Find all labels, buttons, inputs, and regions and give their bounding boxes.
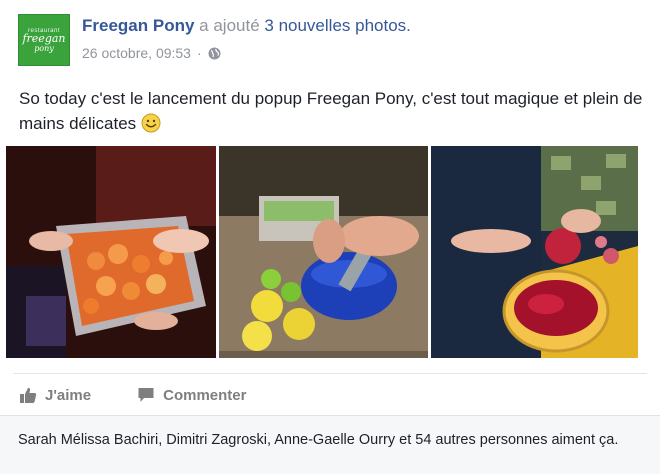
comment-button[interactable]: Commenter [137,386,246,404]
page-avatar[interactable]: restaurant freegan pony [18,14,70,66]
post-actions: J'aime Commenter [19,382,246,408]
like-button[interactable]: J'aime [19,386,91,404]
post-verb: a ajouté [199,16,260,35]
post-header: restaurant freegan pony Freegan Pony a a… [14,12,644,68]
avatar-logo-line2: pony [34,43,54,53]
post-message: So today c'est le lancement du popup Fre… [19,89,643,133]
actions-divider [13,373,647,374]
author-link[interactable]: Freegan Pony [82,16,194,35]
likes-summary-box: Sarah Mélissa Bachiri, Dimitri Zagroski,… [0,415,660,474]
thumbs-up-icon [19,386,37,404]
photos-link[interactable]: 3 nouvelles photos. [264,16,411,35]
avatar-logo-small: restaurant [27,27,60,34]
post-header-line: Freegan Pony a ajouté 3 nouvelles photos… [82,16,411,36]
comment-bubble-icon [137,386,155,404]
photo-food-tray-peaches[interactable] [6,146,216,358]
post-meta: 26 octobre, 09:53 · [82,45,221,61]
smile-emoji-icon [141,113,161,133]
like-label: J'aime [45,386,92,404]
post-timestamp[interactable]: 26 octobre, 09:53 [82,45,191,61]
photo-pomegranate-bowl[interactable] [431,146,638,358]
photo-grid [6,146,638,358]
post-text: So today c'est le lancement du popup Fre… [19,86,649,136]
globe-icon[interactable] [208,47,221,60]
avatar-logo-line1: freegan [22,31,66,45]
meta-separator: · [196,45,202,61]
likes-summary[interactable]: Sarah Mélissa Bachiri, Dimitri Zagroski,… [18,432,618,448]
comment-label: Commenter [163,386,247,404]
photo-limes-lemons-grater[interactable] [219,146,428,358]
